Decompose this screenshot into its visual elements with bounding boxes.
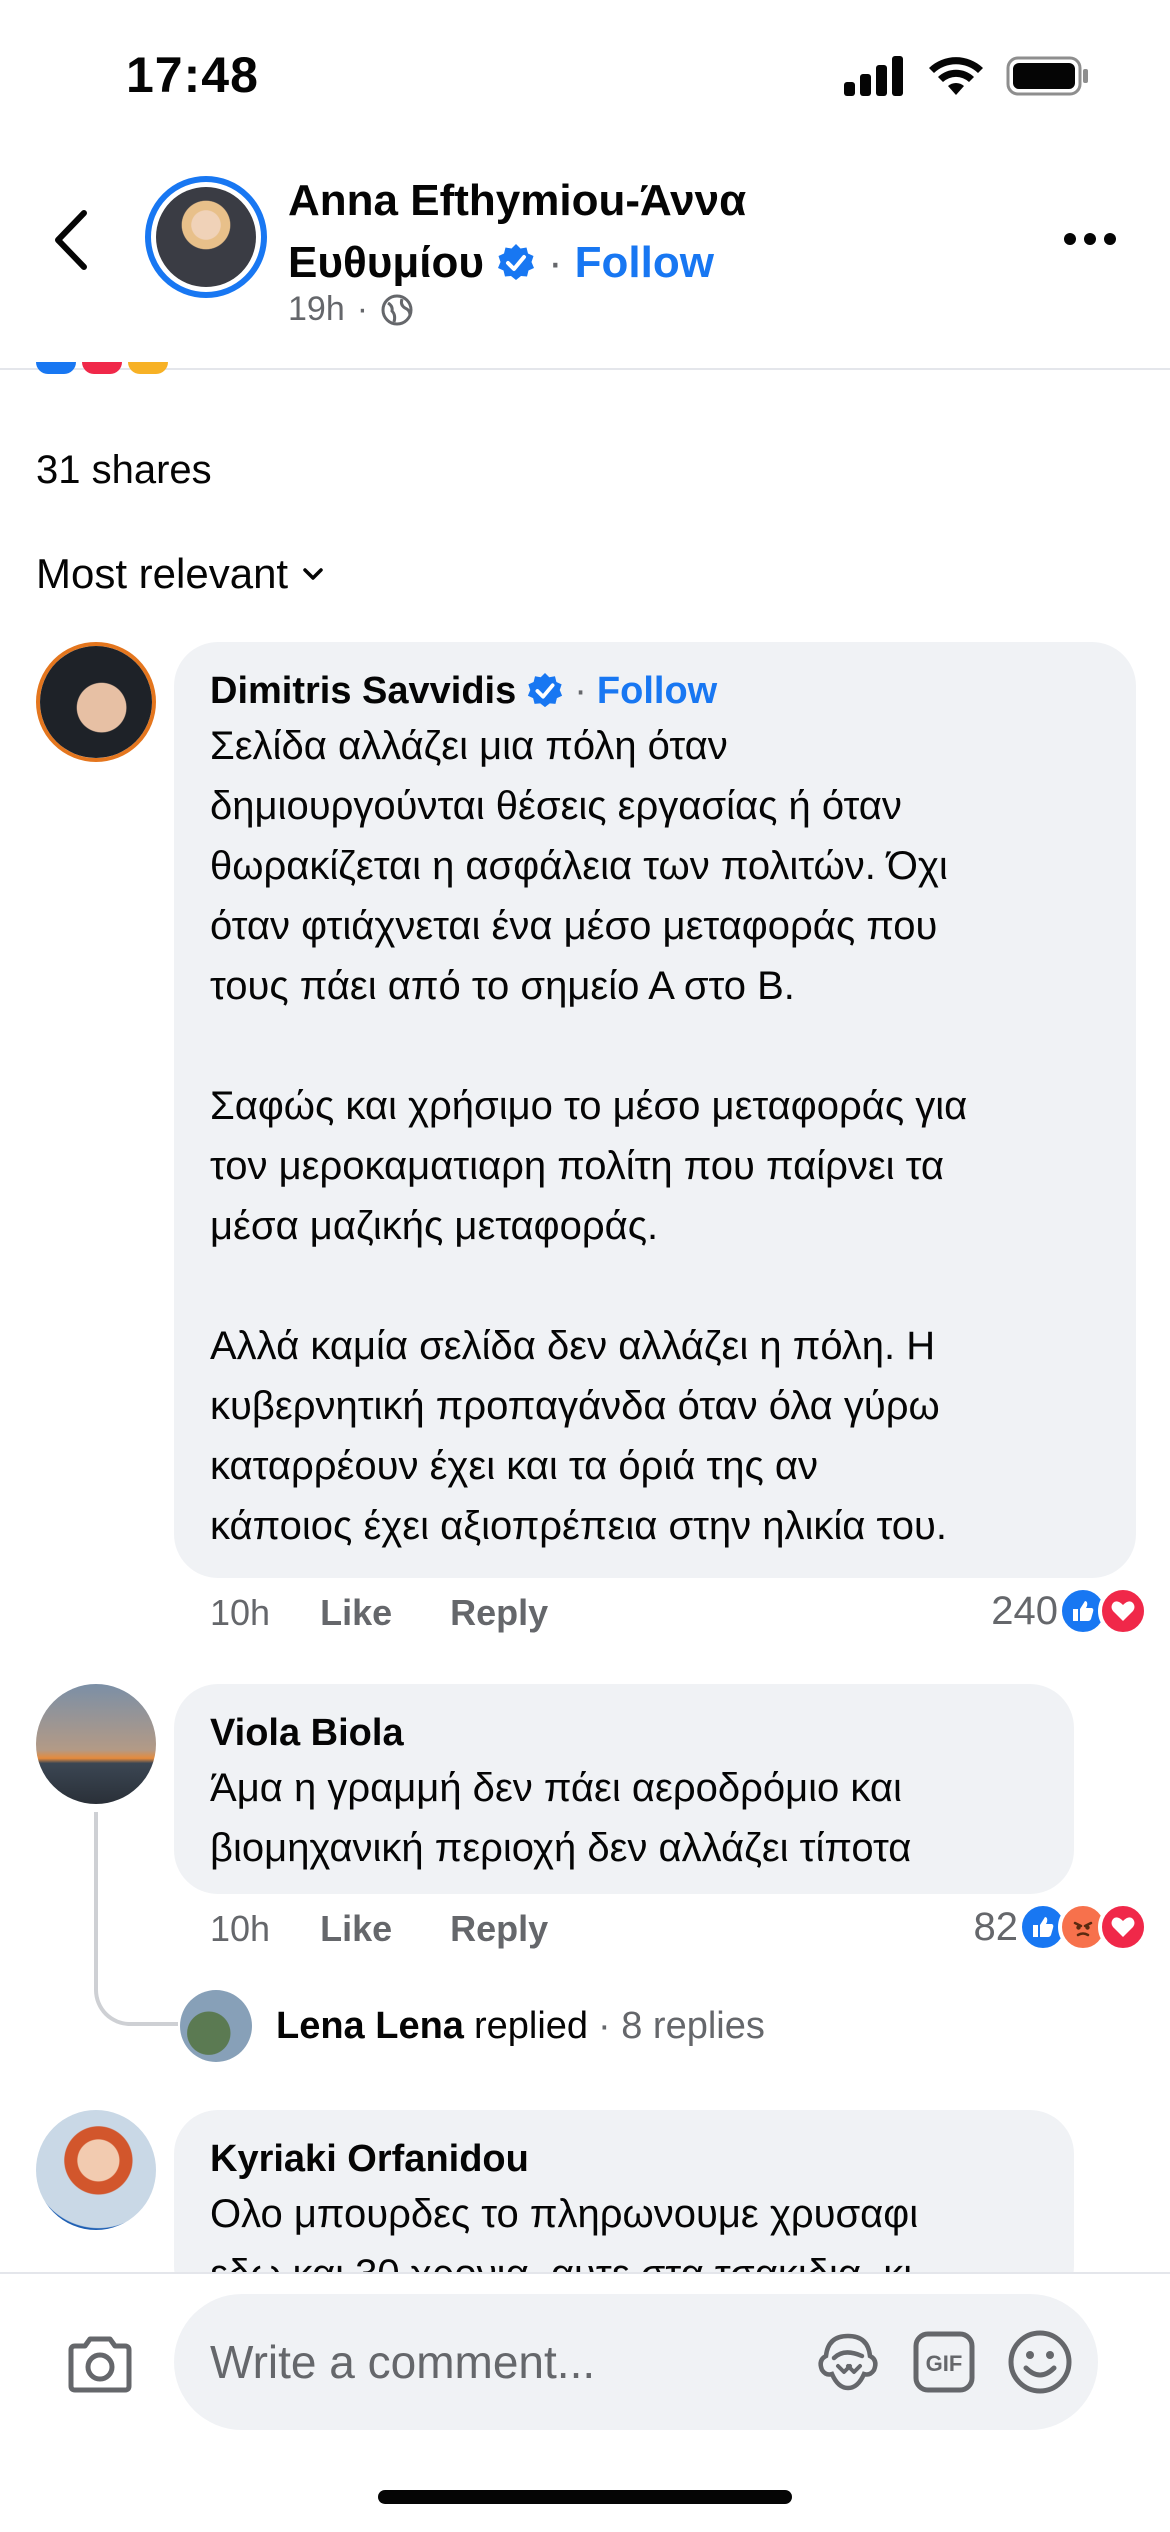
more-options-button[interactable] xyxy=(1050,214,1130,264)
emoji-button[interactable] xyxy=(1002,2324,1078,2400)
comment-author[interactable]: Viola Biola xyxy=(210,1708,404,1758)
shares-count[interactable]: 31 shares xyxy=(36,448,212,493)
comment-reactions[interactable]: 82 xyxy=(973,1902,1148,1952)
author-name[interactable]: Anna Efthymiou-Άννα xyxy=(288,170,848,232)
view-replies-link[interactable]: Lena Lena replied · 8 replies xyxy=(180,1990,765,2062)
verified-badge-icon xyxy=(497,244,534,280)
battery-icon xyxy=(1006,56,1088,96)
author-avatar[interactable] xyxy=(145,176,267,298)
avatar-sticker-icon xyxy=(818,2333,878,2391)
like-button[interactable]: Like xyxy=(320,1908,392,1950)
comment-time[interactable]: 10h xyxy=(210,1908,270,1950)
status-icons xyxy=(844,55,1090,97)
replied-label: replied xyxy=(473,2004,589,2047)
reply-count: · 8 replies xyxy=(598,2004,765,2047)
cellular-signal-icon xyxy=(844,56,903,96)
comment-reactions[interactable]: 240 xyxy=(991,1586,1148,1636)
comment-author-row: Kyriaki Orfanidou xyxy=(210,2134,1038,2184)
home-indicator[interactable] xyxy=(378,2490,792,2504)
globe-icon xyxy=(381,294,413,325)
gif-button[interactable]: GIF xyxy=(906,2324,982,2400)
comment-actions: 10h Like Reply xyxy=(210,1592,606,1634)
comment-text: Σελίδα αλλάζει μια πόλη όταν δημιουργούν… xyxy=(210,724,968,1548)
reply-button[interactable]: Reply xyxy=(450,1592,548,1634)
comment-author[interactable]: Dimitris Savvidis xyxy=(210,666,516,716)
comment-input-placeholder: Write a comment... xyxy=(210,2336,596,2388)
reply-thread-line xyxy=(94,1812,178,2026)
author-name-continued[interactable]: Ευθυμίου xyxy=(288,232,484,294)
reaction-count: 82 xyxy=(973,1904,1019,1949)
avatar-sticker-button[interactable] xyxy=(810,2324,886,2400)
smiley-icon xyxy=(1008,2330,1072,2394)
author-name-block: Anna Efthymiou-Άννα Ευθυμίου · Follow xyxy=(288,170,848,294)
love-reaction-icon xyxy=(1098,1902,1148,1952)
commenter-avatar[interactable] xyxy=(36,2110,156,2230)
verified-badge-icon xyxy=(528,672,563,708)
reply-button[interactable]: Reply xyxy=(450,1908,548,1950)
reaction-summary-peek xyxy=(36,362,168,374)
separator-dot: · xyxy=(547,238,563,287)
sort-dropdown[interactable]: Most relevant xyxy=(36,550,324,598)
comment-time[interactable]: 10h xyxy=(210,1592,270,1634)
chevron-down-icon xyxy=(303,568,323,580)
post-header: Anna Efthymiou-Άννα Ευθυμίου · Follow 19… xyxy=(0,150,1170,370)
gif-label: GIF xyxy=(926,2351,963,2376)
sort-label: Most relevant xyxy=(36,550,289,597)
commenter-avatar[interactable] xyxy=(36,642,156,762)
comment-author[interactable]: Kyriaki Orfanidou xyxy=(210,2134,529,2184)
camera-button[interactable] xyxy=(60,2324,140,2404)
comment-bubble[interactable]: Dimitris Savvidis · Follow Σελίδα αλλάζε… xyxy=(174,642,1136,1578)
replier-name: Lena Lena xyxy=(276,2004,464,2047)
comment-author-row: Dimitris Savvidis · Follow xyxy=(210,666,1100,716)
chevron-left-icon xyxy=(55,210,87,270)
post-time[interactable]: 19h xyxy=(288,290,345,329)
follow-button[interactable]: Follow xyxy=(597,666,717,716)
commenter-avatar[interactable] xyxy=(36,1684,156,1804)
status-bar: 17:48 xyxy=(0,0,1170,150)
replier-avatar xyxy=(180,1990,252,2062)
comment-bubble[interactable]: Viola Biola Άμα η γραμμή δεν πάει αεροδρ… xyxy=(174,1684,1074,1894)
love-reaction-icon xyxy=(1098,1586,1148,1636)
wifi-icon xyxy=(929,57,983,95)
comment-input[interactable]: Write a comment... GIF xyxy=(174,2294,1098,2430)
camera-icon xyxy=(68,2336,132,2393)
gif-icon: GIF xyxy=(913,2331,975,2393)
reaction-count: 240 xyxy=(991,1588,1058,1633)
comment-text: Άμα η γραμμή δεν πάει αεροδρόμιο και βιο… xyxy=(210,1766,912,1870)
comment-actions: 10h Like Reply xyxy=(210,1908,606,1950)
status-time: 17:48 xyxy=(126,47,259,103)
like-button[interactable]: Like xyxy=(320,1592,392,1634)
back-button[interactable] xyxy=(40,200,100,280)
meta-dot: · xyxy=(356,290,369,328)
comment-author-row: Viola Biola xyxy=(210,1708,1038,1758)
more-dot-icon xyxy=(1064,233,1076,245)
follow-button[interactable]: Follow xyxy=(575,232,714,294)
post-meta: 19h · xyxy=(288,290,414,329)
separator-dot: · xyxy=(574,670,587,712)
